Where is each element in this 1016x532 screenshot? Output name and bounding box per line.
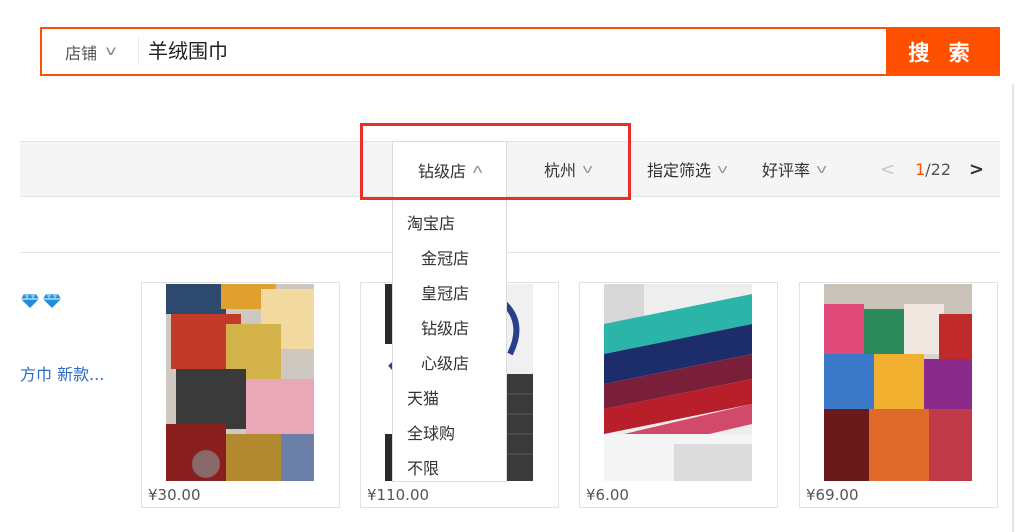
diamond-icon: [43, 294, 61, 308]
filter-tab-specified[interactable]: 指定筛选 v: [647, 141, 728, 197]
product-image[interactable]: [604, 284, 752, 481]
filter-tab-label: 杭州: [544, 161, 577, 180]
search-scope-dropdown[interactable]: 店铺 v: [42, 29, 138, 74]
shop-level-dropdown: 淘宝店 金冠店 皇冠店 钻级店 心级店 天猫 全球购 不限: [392, 196, 507, 482]
dropdown-item[interactable]: 金冠店: [421, 245, 469, 269]
filter-tab-location[interactable]: 杭州 v: [544, 141, 593, 197]
filter-tab-label: 指定筛选: [647, 161, 712, 180]
chevron-down-icon: v: [105, 44, 117, 59]
chevron-right-icon[interactable]: >: [969, 159, 984, 180]
pager-total: /22: [925, 159, 952, 179]
search-button[interactable]: 搜 索: [886, 29, 998, 74]
product-image[interactable]: [166, 284, 314, 481]
search-input[interactable]: 羊绒围巾: [148, 29, 228, 74]
divider: [138, 38, 139, 65]
filter-tab-label: 钻级店: [417, 161, 466, 181]
product-price: ¥69.00: [806, 486, 859, 504]
filter-subbar: [20, 197, 1000, 253]
dropdown-item[interactable]: 心级店: [421, 350, 469, 374]
filter-tab-shop-level[interactable]: 钻级店 v: [392, 141, 507, 197]
filter-tab-label: 好评率: [762, 161, 811, 180]
dropdown-item[interactable]: 不限: [407, 455, 439, 479]
dropdown-item[interactable]: 钻级店: [421, 315, 469, 339]
filter-tab-rating[interactable]: 好评率 v: [762, 141, 827, 197]
product-card[interactable]: ¥30.00: [141, 282, 340, 508]
scrollbar-edge: [1012, 84, 1014, 532]
product-card[interactable]: ¥6.00: [579, 282, 778, 508]
diamond-icon: [21, 294, 39, 308]
chevron-down-icon: v: [816, 162, 827, 176]
diamond-rating: [20, 293, 62, 309]
product-price: ¥110.00: [367, 486, 430, 504]
dropdown-item[interactable]: 淘宝店: [407, 210, 455, 234]
dropdown-item[interactable]: 天猫: [407, 385, 439, 409]
dropdown-item[interactable]: 全球购: [407, 420, 455, 444]
product-card[interactable]: ¥69.00: [799, 282, 998, 508]
product-image[interactable]: [824, 284, 972, 481]
pager-current: 1: [915, 159, 926, 179]
product-price: ¥6.00: [586, 486, 629, 504]
chevron-down-icon: v: [582, 162, 593, 176]
chevron-up-icon: v: [472, 162, 483, 177]
search-bar: 店铺 v 羊绒围巾 搜 索: [40, 27, 1000, 76]
filter-bar: [20, 141, 1000, 197]
product-price: ¥30.00: [148, 486, 201, 504]
pager: < 1 /22 >: [880, 141, 990, 197]
chevron-down-icon: v: [717, 162, 728, 176]
dropdown-item[interactable]: 皇冠店: [421, 280, 469, 304]
search-scope-label: 店铺: [65, 43, 98, 63]
chevron-left-icon[interactable]: <: [880, 159, 895, 180]
result-title-link[interactable]: 方巾 新款...: [20, 361, 104, 385]
